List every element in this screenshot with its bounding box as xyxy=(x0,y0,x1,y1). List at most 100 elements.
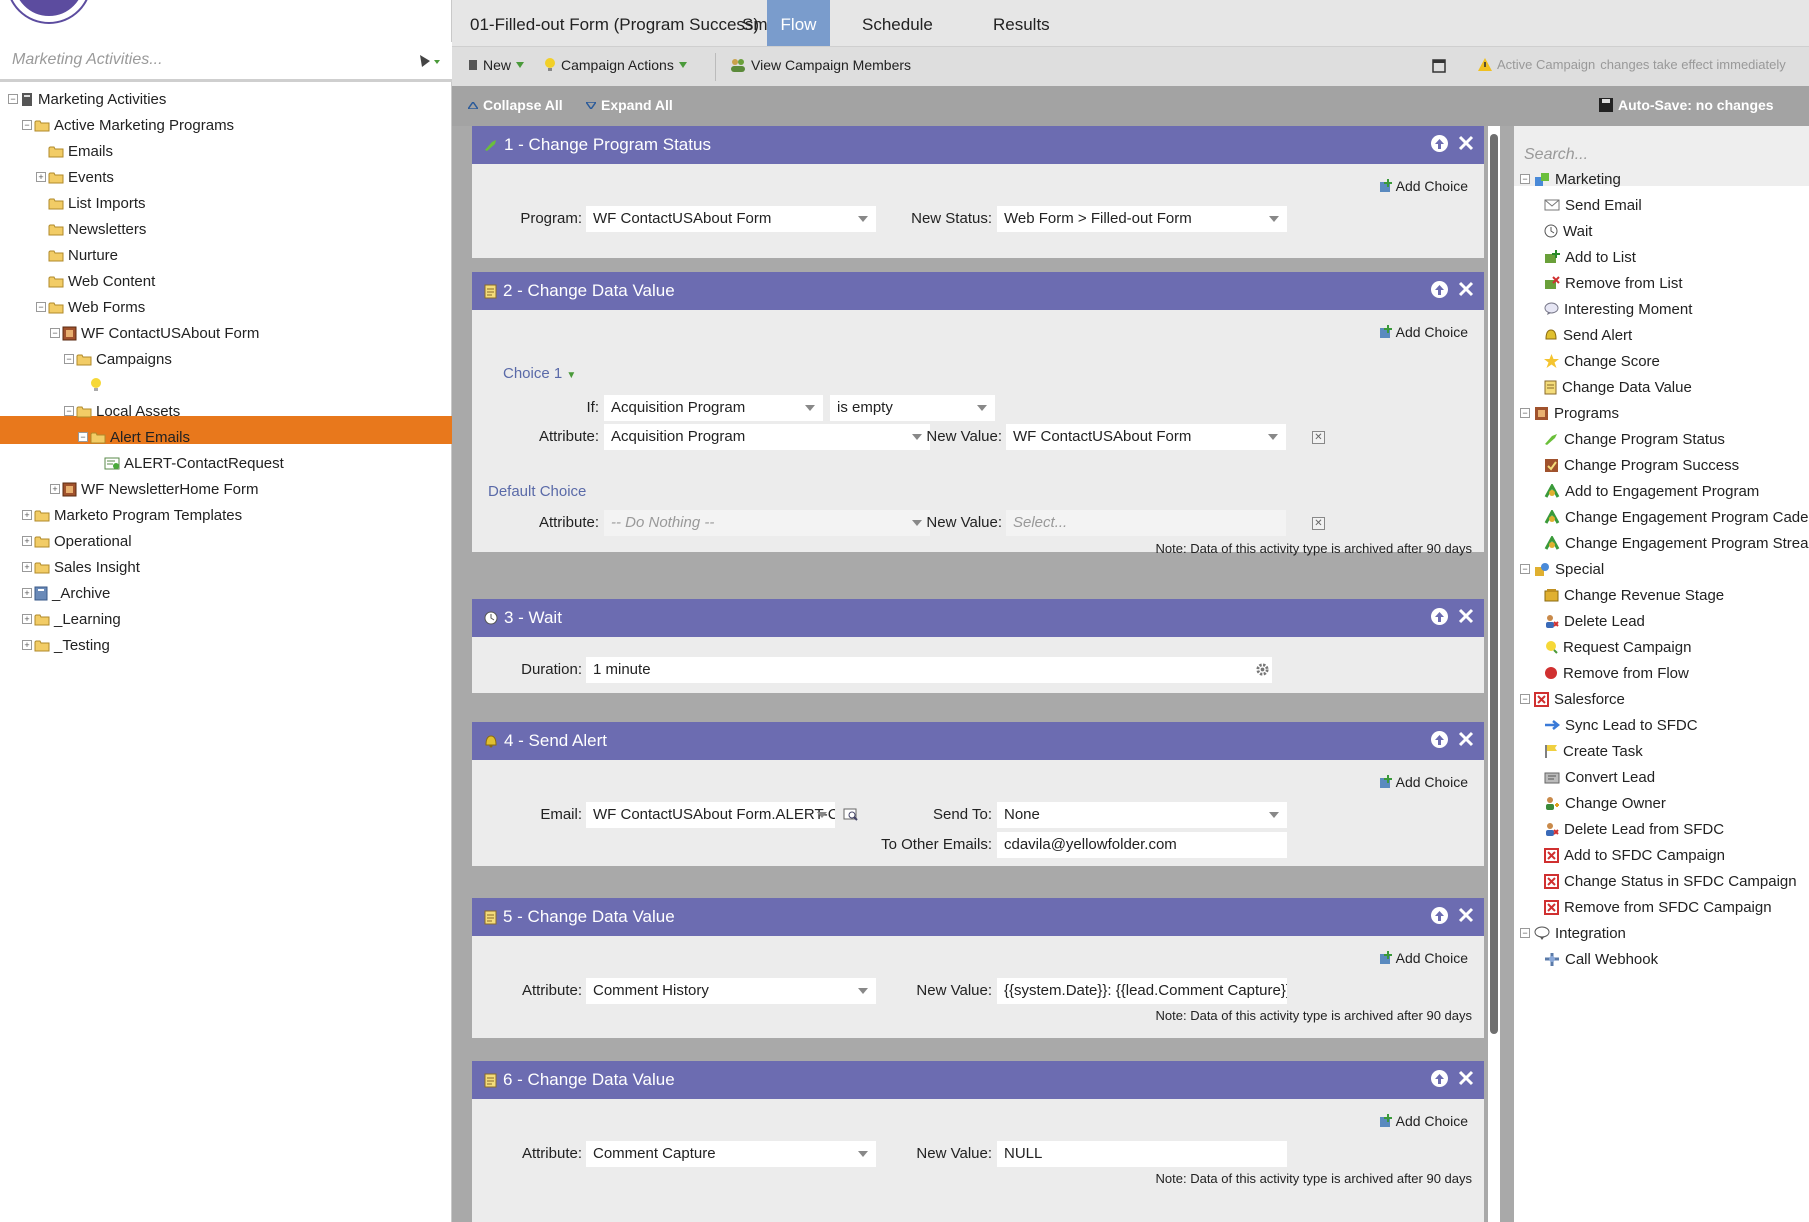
palette-item[interactable]: Call Webhook xyxy=(1544,946,1658,972)
expand-all-button[interactable]: Expand All xyxy=(586,97,673,113)
expand-toggle-icon[interactable]: + xyxy=(22,614,32,624)
palette-item[interactable]: Convert Lead xyxy=(1544,764,1655,790)
palette-item[interactable]: Send Email xyxy=(1544,192,1642,218)
tree-item[interactable]: − Alert Emails xyxy=(78,424,190,450)
tree-item[interactable]: − Marketing Activities xyxy=(8,86,166,112)
tree-item[interactable]: + _Archive xyxy=(22,580,110,606)
close-icon[interactable] xyxy=(1458,731,1474,748)
palette-item[interactable]: Change Program Status xyxy=(1544,426,1725,452)
tab-results[interactable]: Results xyxy=(975,0,1068,46)
window-icon[interactable] xyxy=(1432,59,1446,73)
close-icon[interactable] xyxy=(1458,281,1474,298)
palette-item[interactable]: Remove from SFDC Campaign xyxy=(1544,894,1772,920)
add-choice-button[interactable]: Add Choice xyxy=(1379,774,1468,790)
move-up-icon[interactable] xyxy=(1431,608,1448,625)
tree-item[interactable]: + Events xyxy=(36,164,114,190)
collapse-toggle-icon[interactable]: − xyxy=(36,302,46,312)
new-value-select[interactable]: WF ContactUSAbout Form xyxy=(1006,424,1286,450)
new-value-input[interactable]: {{system.Date}}: {{lead.Comment Capture}… xyxy=(997,978,1287,1004)
collapse-toggle-icon[interactable]: − xyxy=(64,406,74,416)
tree-item[interactable]: Newsletters xyxy=(36,216,146,242)
palette-group[interactable]: − Salesforce xyxy=(1520,686,1625,712)
collapse-toggle-icon[interactable]: − xyxy=(50,328,60,338)
add-choice-button[interactable]: Add Choice xyxy=(1379,1113,1468,1129)
palette-group[interactable]: − Integration xyxy=(1520,920,1626,946)
expand-toggle-icon[interactable]: + xyxy=(22,510,32,520)
collapse-toggle-icon[interactable]: − xyxy=(1520,928,1530,938)
palette-item[interactable]: Delete Lead xyxy=(1544,608,1645,634)
close-icon[interactable] xyxy=(1458,608,1474,625)
tree-item[interactable]: + WF NewsletterHome Form xyxy=(50,476,259,502)
tree-item[interactable]: − Local Assets xyxy=(64,398,180,424)
palette-item[interactable]: Change Score xyxy=(1544,348,1660,374)
palette-item[interactable]: Remove from List xyxy=(1544,270,1683,296)
preview-email-icon[interactable] xyxy=(843,807,859,821)
gear-icon[interactable] xyxy=(1255,662,1270,677)
new-button[interactable]: New xyxy=(468,57,525,73)
palette-group[interactable]: − Marketing xyxy=(1520,166,1621,192)
palette-item[interactable]: Delete Lead from SFDC xyxy=(1544,816,1724,842)
campaign-actions-button[interactable]: Campaign Actions xyxy=(544,57,687,73)
palette-item[interactable]: Add to Engagement Program xyxy=(1544,478,1759,504)
collapse-toggle-icon[interactable]: − xyxy=(1520,408,1530,418)
program-select[interactable]: WF ContactUSAbout Form xyxy=(586,206,876,232)
palette-group[interactable]: − Special xyxy=(1520,556,1604,582)
marketing-activities-search[interactable]: Marketing Activities... xyxy=(0,42,452,82)
palette-item[interactable]: Remove from Flow xyxy=(1544,660,1689,686)
palette-item[interactable]: Interesting Moment xyxy=(1544,296,1692,322)
tree-item[interactable]: ALERT-ContactRequest xyxy=(92,450,284,476)
palette-group[interactable]: − Programs xyxy=(1520,400,1619,426)
tree-item[interactable]: + _Learning xyxy=(22,606,121,632)
send-to-select[interactable]: None xyxy=(997,802,1287,828)
collapse-toggle-icon[interactable]: − xyxy=(1520,564,1530,574)
move-up-icon[interactable] xyxy=(1431,1070,1448,1087)
step-header[interactable]: 5 - Change Data Value xyxy=(472,898,1484,936)
palette-item[interactable]: Add to SFDC Campaign xyxy=(1544,842,1725,868)
duration-input[interactable]: 1 minute xyxy=(586,657,1272,683)
view-campaign-members-button[interactable]: View Campaign Members xyxy=(730,57,911,73)
step-header[interactable]: 1 - Change Program Status xyxy=(472,126,1484,164)
step-header[interactable]: 2 - Change Data Value xyxy=(472,272,1484,310)
palette-item[interactable]: Send Alert xyxy=(1544,322,1632,348)
other-emails-input[interactable]: cdavila@yellowfolder.com xyxy=(997,832,1287,858)
default-attribute-select[interactable]: -- Do Nothing -- xyxy=(604,510,930,536)
palette-item[interactable]: Change Revenue Stage xyxy=(1544,582,1724,608)
tree-item[interactable]: + Marketo Program Templates xyxy=(22,502,242,528)
step-header[interactable]: 4 - Send Alert xyxy=(472,722,1484,760)
tree-item[interactable]: − Campaigns xyxy=(64,346,172,372)
tree-item[interactable]: Nurture xyxy=(36,242,118,268)
collapse-toggle-icon[interactable]: − xyxy=(1520,174,1530,184)
new-value-input[interactable]: NULL xyxy=(997,1141,1287,1167)
default-new-value-select[interactable]: Select... xyxy=(1006,510,1286,536)
collapse-toggle-icon[interactable]: − xyxy=(22,120,32,130)
palette-item[interactable]: Change Owner xyxy=(1544,790,1666,816)
move-up-icon[interactable] xyxy=(1431,135,1448,152)
collapse-toggle-icon[interactable]: − xyxy=(64,354,74,364)
move-up-icon[interactable] xyxy=(1431,731,1448,748)
palette-item[interactable]: Change Status in SFDC Campaign xyxy=(1544,868,1797,894)
palette-item[interactable]: Add to List xyxy=(1544,244,1636,270)
attribute-select[interactable]: Acquisition Program xyxy=(604,424,930,450)
expand-toggle-icon[interactable]: + xyxy=(22,640,32,650)
expand-toggle-icon[interactable]: + xyxy=(22,562,32,572)
palette-item[interactable]: Sync Lead to SFDC xyxy=(1544,712,1698,738)
palette-item[interactable]: Wait xyxy=(1544,218,1592,244)
expand-toggle-icon[interactable]: + xyxy=(22,588,32,598)
expand-toggle-icon[interactable]: + xyxy=(22,536,32,546)
palette-item[interactable]: Create Task xyxy=(1544,738,1643,764)
collapse-all-button[interactable]: Collapse All xyxy=(468,97,563,113)
move-up-icon[interactable] xyxy=(1431,281,1448,298)
tree-item[interactable]: List Imports xyxy=(36,190,146,216)
move-up-icon[interactable] xyxy=(1431,907,1448,924)
attribute-select[interactable]: Comment History xyxy=(586,978,876,1004)
tab-flow[interactable]: Flow xyxy=(767,0,830,46)
palette-item[interactable]: Request Campaign xyxy=(1544,634,1691,660)
step-header[interactable]: 3 - Wait xyxy=(472,599,1484,637)
close-icon[interactable] xyxy=(1458,907,1474,924)
tree-item[interactable]: + Operational xyxy=(22,528,132,554)
tree-item[interactable]: − Active Marketing Programs xyxy=(22,112,234,138)
close-icon[interactable] xyxy=(1458,1070,1474,1087)
filter-icon[interactable] xyxy=(418,52,442,70)
tree-item[interactable]: + _Testing xyxy=(22,632,110,658)
tree-item[interactable]: 01-Filled-out Form (Program Success) xyxy=(78,372,361,398)
